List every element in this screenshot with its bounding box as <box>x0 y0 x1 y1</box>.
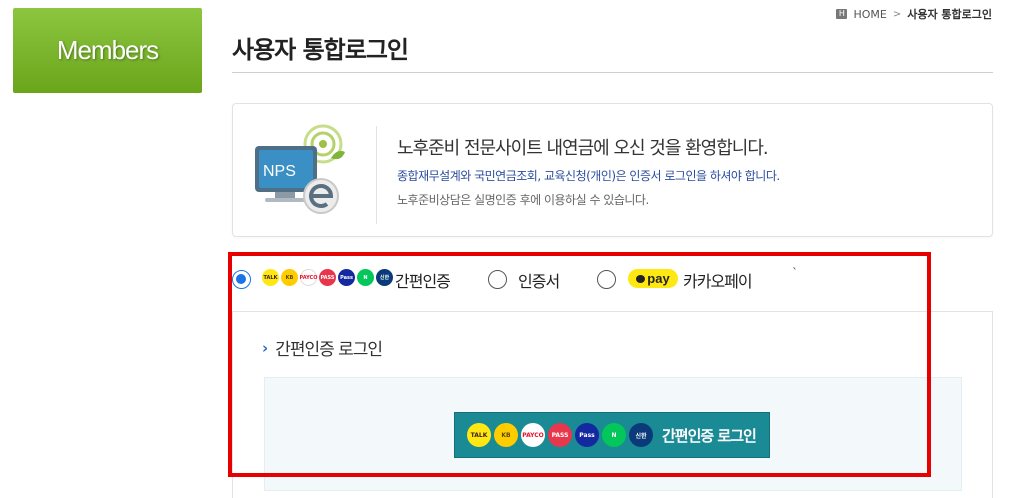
nps-logo-icon: NPS <box>255 124 345 214</box>
button-payco-icon: PAYCO <box>521 423 545 447</box>
pass-icon: PASS <box>319 269 336 286</box>
button-shinhan-icon: 신한 <box>629 423 653 447</box>
kakaopay-label[interactable]: 카카오페이 <box>683 268 753 292</box>
certificate-radio[interactable] <box>488 270 507 289</box>
page: Members H HOME > 사용자 통합로그인 사용자 통합로그인 NPS… <box>0 0 1012 498</box>
button-samsung-pass-icon: Pass <box>575 423 599 447</box>
simple-auth-radio[interactable] <box>232 270 251 289</box>
breadcrumb-current: 사용자 통합로그인 <box>907 8 992 21</box>
welcome-box: NPS 노후준비 전문사이트 내연금에 오신 것을 환영합니다. 종합재무설계와… <box>232 103 993 237</box>
tick-mark: ` <box>792 266 798 280</box>
certificate-label[interactable]: 인증서 <box>518 268 560 292</box>
speech-bubble-icon <box>636 274 646 283</box>
welcome-notice: 종합재무설계와 국민연금조회, 교육신청(개인)은 인증서 로그인을 하셔야 합… <box>397 169 780 183</box>
welcome-divider <box>376 126 377 224</box>
simple-auth-provider-icons: TALK KB PAYCO PASS Pass N 신한 <box>262 269 393 286</box>
button-kb-icon: KB <box>494 423 518 447</box>
breadcrumb-separator: > <box>892 8 902 20</box>
kakaopay-radio[interactable] <box>597 270 616 289</box>
kb-icon: KB <box>281 269 298 286</box>
members-badge: Members <box>13 8 202 93</box>
home-icon[interactable]: H <box>836 9 848 19</box>
simple-auth-label[interactable]: 간편인증 <box>395 268 451 292</box>
title-divider <box>232 72 993 73</box>
simple-auth-login-button[interactable]: TALK KB PAYCO PASS Pass N 신한 간편인증 로그인 <box>454 412 770 458</box>
panel-heading-text: 간편인증 로그인 <box>275 340 383 360</box>
button-naver-icon: N <box>602 423 626 447</box>
auth-method-selector: TALK KB PAYCO PASS Pass N 신한 간편인증 인증서 pay 카카오페… <box>232 262 932 296</box>
svg-text:NPS: NPS <box>263 163 296 180</box>
kakaopay-icon-text: pay <box>647 271 670 286</box>
payco-icon: PAYCO <box>300 269 317 286</box>
breadcrumb: H HOME > 사용자 통합로그인 <box>836 6 992 22</box>
login-button-label: 간편인증 로그인 <box>662 426 757 445</box>
naver-icon: N <box>357 269 374 286</box>
kakao-talk-icon: TALK <box>262 269 279 286</box>
page-title: 사용자 통합로그인 <box>232 36 409 64</box>
button-pass-icon: PASS <box>548 423 572 447</box>
panel-heading: › 간편인증 로그인 <box>262 335 383 361</box>
shinhan-icon: 신한 <box>376 269 393 286</box>
chevron-right-icon: › <box>262 338 268 357</box>
button-kakao-talk-icon: TALK <box>467 423 491 447</box>
welcome-heading: 노후준비 전문사이트 내연금에 오신 것을 환영합니다. <box>397 138 769 159</box>
kakaopay-icon: pay <box>628 269 678 288</box>
samsung-pass-icon: Pass <box>338 269 355 286</box>
welcome-subtext: 노후준비상담은 실명인증 후에 이용하실 수 있습니다. <box>397 193 649 207</box>
breadcrumb-home-link[interactable]: HOME <box>853 8 886 21</box>
